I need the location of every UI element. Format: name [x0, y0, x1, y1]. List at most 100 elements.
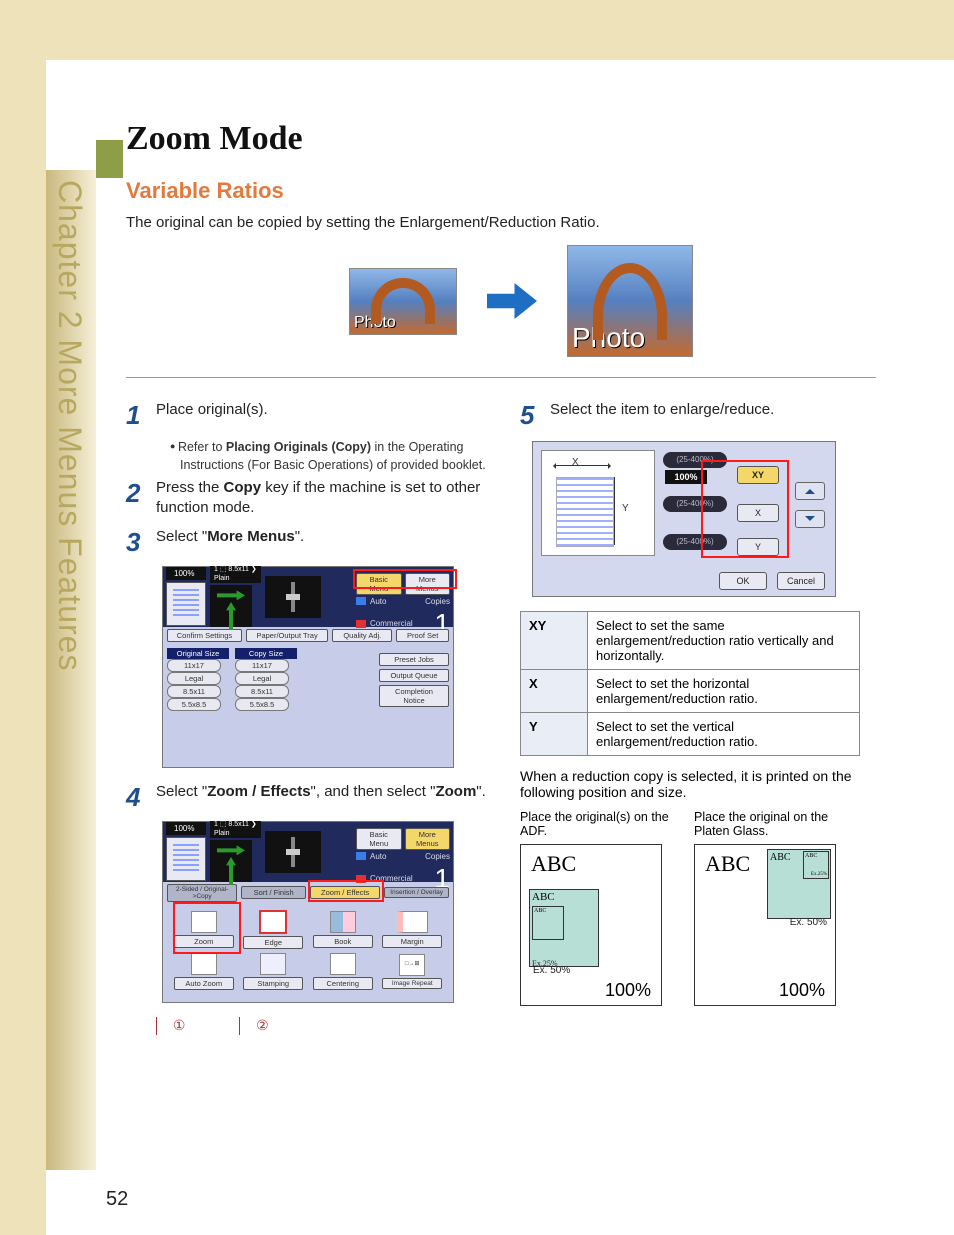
s5-preview: X Y	[541, 450, 655, 556]
s4-autozoom-button[interactable]: Auto Zoom	[174, 977, 234, 990]
reduction-adf: Place the original(s) on the ADF. ABC AB…	[520, 810, 670, 1006]
intro-text: The original can be copied by setting th…	[126, 214, 916, 231]
adf-abc-25: ABC	[534, 908, 546, 914]
s5-decrease-button[interactable]	[795, 510, 825, 528]
screenshot-step3: 100% 1 ⬚ 8.5x11 ❯Plain Basic Menu More M…	[162, 566, 454, 768]
s3-size-copy-1[interactable]: Legal	[235, 672, 289, 685]
s5-increase-button[interactable]	[795, 482, 825, 500]
xytab-y-key: Y	[521, 713, 588, 756]
adf-title: Place the original(s) on the ADF.	[520, 810, 670, 838]
glass-abc-100: ABC	[705, 851, 750, 877]
s3-density-slider[interactable]	[265, 576, 321, 618]
reduction-note: When a reduction copy is selected, it is…	[520, 768, 890, 800]
steps-left: 1 Place original(s). Refer to Placing Or…	[126, 396, 486, 1035]
s4-density-slider[interactable]	[265, 831, 321, 873]
s3-paper: 1 ⬚ 8.5x11 ❯Plain	[210, 566, 261, 583]
s3-auto-label: Auto	[370, 597, 386, 606]
s3-basic-menu-button[interactable]: Basic Menu	[356, 573, 402, 595]
s3-preset-jobs-button[interactable]: Preset Jobs	[379, 653, 449, 666]
adf-ex50: Ex. 50%	[533, 965, 570, 976]
s3-confirm-button[interactable]: Confirm Settings	[167, 629, 242, 642]
s4-edge-button[interactable]: Edge	[243, 936, 303, 949]
chapter-label: Chapter 2 More Menus Features	[48, 180, 88, 880]
adf-100: 100%	[605, 980, 651, 1001]
screenshot-step4: 100% 1 ⬚ 8.5x11 ❯Plain Basic Menu More M…	[162, 821, 454, 1003]
s5-range-xy: (25-400%)	[663, 452, 727, 468]
s4-orient-icon	[210, 840, 252, 882]
s3-paper-output-button[interactable]: Paper/Output Tray	[246, 629, 328, 642]
s3-output-queue-button[interactable]: Output Queue	[379, 669, 449, 682]
s5-down-triangle-icon	[805, 516, 815, 526]
step-2-text: Press the Copy key if the machine is set…	[156, 478, 486, 519]
s4-centering-button[interactable]: Centering	[313, 977, 373, 990]
s4-imagerepeat-button[interactable]: Image Repeat	[382, 978, 442, 989]
page-title: Zoom Mode	[126, 120, 916, 158]
s3-orient-icon	[210, 585, 252, 627]
glass-ex25: Ex.25%	[811, 872, 827, 877]
s4-more-menus-button[interactable]: More Menus	[405, 828, 451, 850]
s5-value: 100%	[665, 470, 707, 484]
s4-paper: 1 ⬚ 8.5x11 ❯Plain	[210, 821, 261, 838]
xytab-x-key: X	[521, 670, 588, 713]
s3-completion-button[interactable]: Completion Notice	[379, 685, 449, 707]
s4-auto-label: Auto	[370, 852, 386, 861]
s3-copy-size-header: Copy Size	[235, 648, 297, 659]
step-4-text: Select "Zoom / Effects", and then select…	[156, 782, 486, 802]
s4-tab-2sided[interactable]: 2-Sided / Original->Copy	[167, 884, 237, 902]
s3-orig-size-header: Original Size	[167, 648, 229, 659]
s4-zoom-button[interactable]: Zoom	[174, 935, 234, 948]
heading-accent	[96, 140, 123, 178]
s4-commercial-label: Commercial	[370, 874, 413, 883]
s3-size-orig-2[interactable]: 8.5x11	[167, 685, 221, 698]
s3-size-orig-0[interactable]: 11x17	[167, 659, 221, 672]
s3-proof-button[interactable]: Proof Set	[396, 629, 449, 642]
photo-after: Photo	[567, 245, 693, 357]
s4-callouts: ① ②	[156, 1017, 486, 1035]
photo-before: Photo	[349, 268, 457, 335]
steps-right: 5 Select the item to enlarge/reduce. X Y…	[520, 396, 890, 1006]
section-heading: Variable Ratios	[126, 178, 916, 204]
s4-tab-sort[interactable]: Sort / Finish	[241, 886, 306, 899]
step-4-number: 4	[126, 782, 156, 813]
s4-copies-label: Copies	[425, 852, 450, 861]
s4-margin-button[interactable]: Margin	[382, 935, 442, 948]
s4-tab-zoom-effects[interactable]: Zoom / Effects	[310, 886, 380, 899]
step-3-text: Select "More Menus".	[156, 527, 304, 547]
s3-size-copy-3[interactable]: 5.5x8.5	[235, 698, 289, 711]
s4-tab-insertion[interactable]: Insertion / Overlay	[384, 887, 449, 898]
s5-ok-button[interactable]: OK	[719, 572, 767, 590]
s4-book-button[interactable]: Book	[313, 935, 373, 948]
xytab-xy-key: XY	[521, 612, 588, 670]
step-1-text: Place original(s).	[156, 400, 268, 420]
s5-y-axis-label: Y	[622, 503, 629, 514]
page: Chapter 2 More Menus Features Zoom Mode …	[46, 60, 954, 1235]
s4-stamping-button[interactable]: Stamping	[243, 977, 303, 990]
s3-size-copy-0[interactable]: 11x17	[235, 659, 289, 672]
s5-x-button[interactable]: X	[737, 504, 779, 522]
s3-quality-button[interactable]: Quality Adj.	[332, 629, 392, 642]
step-5-text: Select the item to enlarge/reduce.	[550, 400, 774, 420]
s3-size-copy-2[interactable]: 8.5x11	[235, 685, 289, 698]
page-number: 52	[106, 1188, 128, 1211]
s3-size-orig-3[interactable]: 5.5x8.5	[167, 698, 221, 711]
xytab-x-val: Select to set the horizontal enlargement…	[588, 670, 860, 713]
s5-cancel-button[interactable]: Cancel	[777, 572, 825, 590]
s3-copies-label: Copies	[425, 597, 450, 606]
step-3-number: 3	[126, 527, 156, 558]
s4-basic-menu-button[interactable]: Basic Menu	[356, 828, 402, 850]
s5-y-button[interactable]: Y	[737, 538, 779, 556]
s3-size-orig-1[interactable]: Legal	[167, 672, 221, 685]
step-5-number: 5	[520, 400, 550, 431]
glass-abc-50: ABC	[770, 852, 791, 863]
s5-x-axis-label: X	[572, 457, 579, 468]
s5-range-x: (25-400%)	[663, 496, 727, 512]
step-1-note: Refer to Placing Originals (Copy) in the…	[170, 439, 486, 474]
s5-xy-button[interactable]: XY	[737, 466, 779, 484]
glass-title: Place the original on the Platen Glass.	[694, 810, 844, 838]
glass-abc-25: ABC	[805, 853, 817, 859]
glass-ex50: Ex. 50%	[790, 917, 827, 928]
s3-thumb-icon	[166, 582, 206, 626]
step-2-number: 2	[126, 478, 156, 509]
arrow-right-icon	[487, 283, 537, 319]
s3-more-menus-button[interactable]: More Menus	[405, 573, 451, 595]
